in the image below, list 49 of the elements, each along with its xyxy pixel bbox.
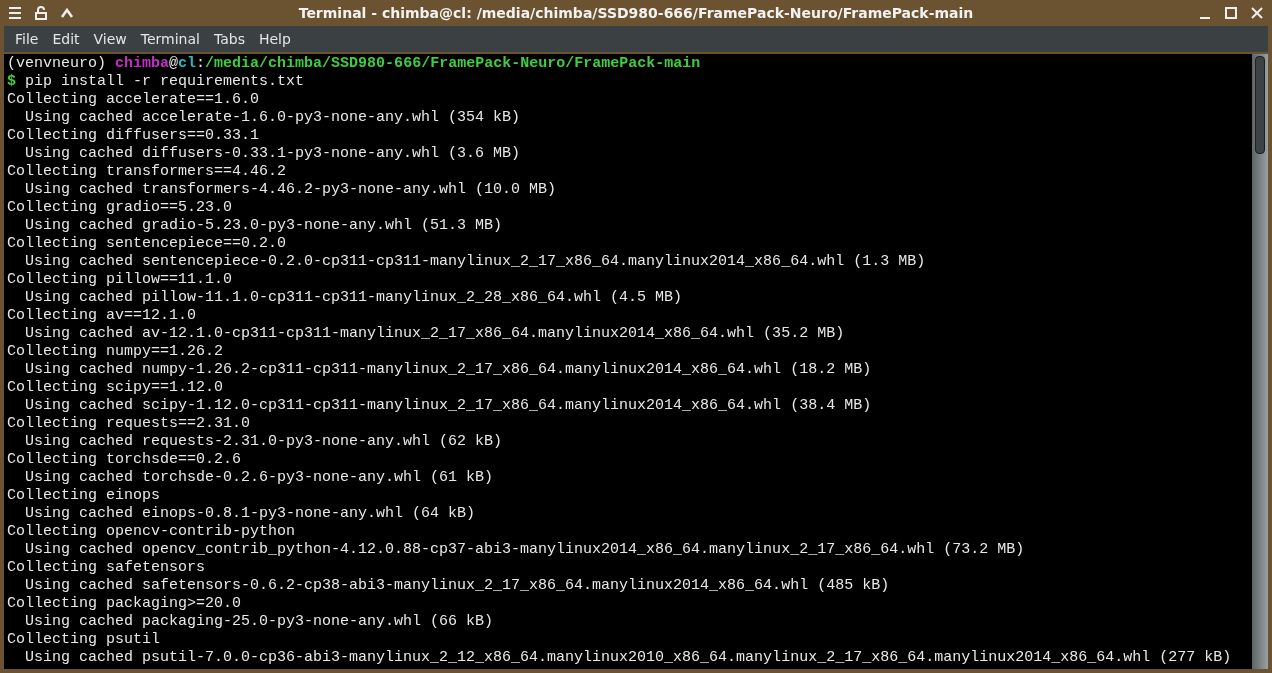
- output-line: Using cached pillow-11.1.0-cp311-cp311-manylinux_2_28_x86_64.whl (4.5 MB): [24, 289, 683, 306]
- output-line: Collecting scipy==1.12.0: [7, 379, 224, 396]
- menu-item[interactable]: Help: [251, 29, 298, 49]
- scrollbar-thumb[interactable]: [1255, 56, 1265, 154]
- output-line: Collecting einops: [7, 487, 161, 504]
- output-line: Using cached numpy-1.26.2-cp311-cp311-manylinux_2_17_x86_64.manylinux2014_x86_64.whl (18.2 MB): [24, 361, 872, 378]
- output-line: Using cached av-12.1.0-cp311-cp311-manylinux_2_17_x86_64.manylinux2014_x86_64.whl (35.2 MB): [24, 325, 845, 342]
- output-line: Collecting pillow==11.1.0: [7, 271, 233, 288]
- output-line: Using cached packaging-25.0-py3-none-any.whl (66 kB): [24, 613, 494, 630]
- output-line: Collecting gradio==5.23.0: [7, 199, 233, 216]
- output-line: Collecting numpy==1.26.2: [7, 343, 224, 360]
- output-line: Using cached torchsde-0.2.6-py3-none-any.whl (61 kB): [24, 469, 494, 486]
- menu-item[interactable]: Edit: [45, 29, 87, 49]
- output-line: Collecting torchsde==0.2.6: [7, 451, 242, 468]
- output-line: Collecting requests==2.31.0: [7, 415, 251, 432]
- prompt-symbol: $: [7, 73, 16, 90]
- menu-item[interactable]: Terminal: [133, 29, 207, 49]
- prompt-text: cl: [178, 55, 197, 72]
- prompt-text: pip install -r requirements.txt: [24, 73, 305, 90]
- output-line: Collecting sentencepiece==0.2.0: [7, 235, 287, 252]
- window-title: Terminal - chimba@cl: /media/chimba/SSD980-666/FramePack-Neuro/FramePack-main: [297, 5, 975, 21]
- output-line: Using cached gradio-5.23.0-py3-none-any.whl (51.3 MB): [24, 217, 503, 234]
- prompt-text: chimba: [115, 55, 170, 72]
- output-line: Collecting accelerate==1.6.0: [7, 91, 260, 108]
- output-line: Using cached opencv_contrib_python-4.12.0.88-cp37-abi3-manylinux2014_x86_64.manylinux_2_17_x86_64.whl (73.2 MB): [24, 541, 1025, 558]
- output-line: Collecting safetensors: [7, 559, 206, 576]
- prompt-text: (venvneuro): [7, 55, 108, 72]
- output-line: Using cached einops-0.8.1-py3-none-any.whl (64 kB): [24, 505, 476, 522]
- prompt-text: @: [169, 55, 179, 72]
- prompt-text: /media/chimba/SSD980-666/FramePack-Neuro/FramePack-main: [205, 55, 701, 72]
- output-line: Using cached diffusers-0.33.1-py3-none-any.whl (3.6 MB): [24, 145, 521, 162]
- output-line: Collecting packaging>=20.0: [7, 595, 242, 612]
- output-line: Using cached requests-2.31.0-py3-none-any.whl (62 kB): [24, 433, 503, 450]
- prompt-text: :: [196, 55, 206, 72]
- output-line: Collecting diffusers==0.33.1: [7, 127, 260, 144]
- output-line: Using cached safetensors-0.6.2-cp38-abi3-manylinux_2_17_x86_64.manylinux2014_x86_64.whl (485 kB): [24, 577, 890, 594]
- output-line: Using cached scipy-1.12.0-cp311-cp311-manylinux_2_17_x86_64.manylinux2014_x86_64.whl (38.4 MB): [24, 397, 872, 414]
- scrollbar[interactable]: [1252, 54, 1268, 669]
- output-line: Collecting psutil: [7, 631, 161, 648]
- menu-item[interactable]: Tabs: [206, 29, 252, 49]
- menu-item[interactable]: View: [86, 29, 134, 49]
- output-line: Collecting av==12.1.0: [7, 307, 197, 324]
- output-line: Collecting opencv-contrib-python: [7, 523, 296, 540]
- output-line: Collecting transformers==4.46.2: [7, 163, 287, 180]
- output-line: Using cached transformers-4.46.2-py3-none-any.whl (10.0 MB): [24, 181, 557, 198]
- output-line: Using cached psutil-7.0.0-cp36-abi3-manylinux_2_12_x86_64.manylinux2010_x86_64.manylinux_2_17_x86_64.manylinux2014_x86_64.whl (277 kB): [24, 649, 1232, 666]
- menu-item[interactable]: File: [8, 29, 46, 49]
- output-line: Using cached sentencepiece-0.2.0-cp311-cp311-manylinux_2_17_x86_64.manylinux2014_x86_64.whl (1.3 MB): [24, 253, 926, 270]
- output-line: Using cached accelerate-1.6.0-py3-none-any.whl (354 kB): [24, 109, 521, 126]
